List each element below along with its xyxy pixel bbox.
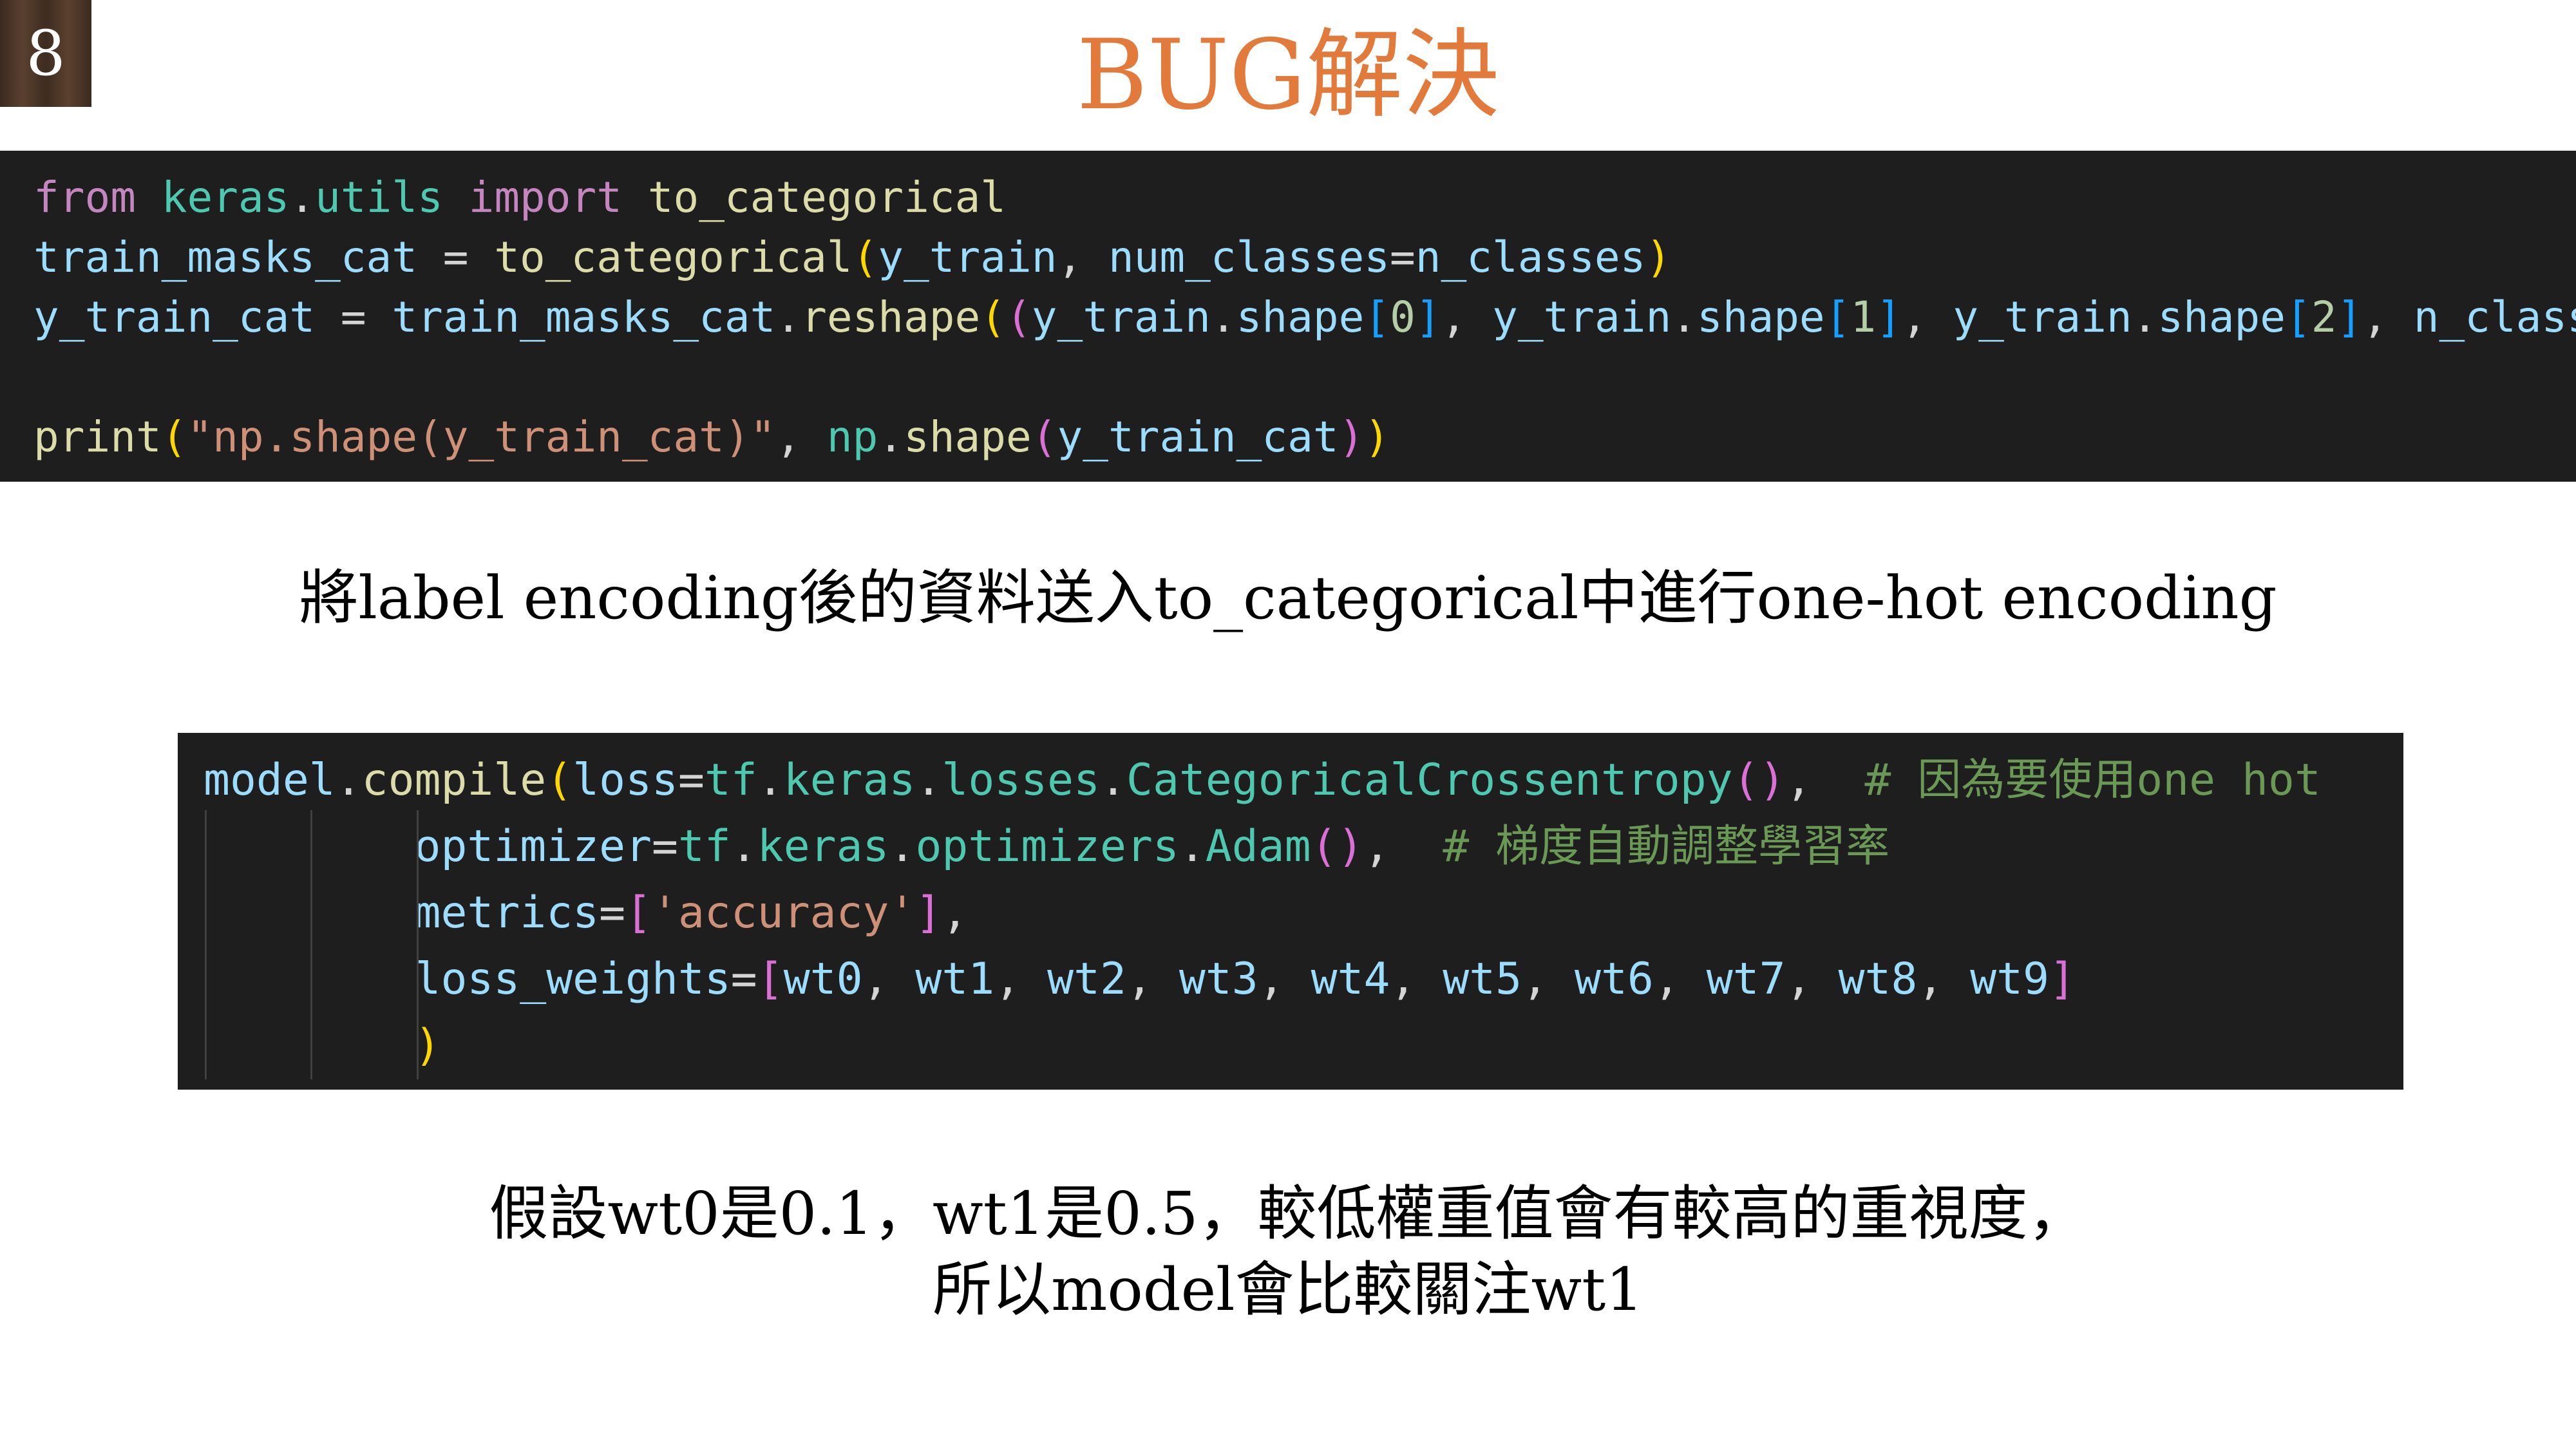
indent-guide <box>205 810 207 1079</box>
indent-guide <box>310 810 312 1079</box>
code-block-model-compile: model.compile(loss=tf.keras.losses.Categ… <box>178 733 2403 1090</box>
code-comment: # 梯度自動調整學習率 <box>1443 821 1890 872</box>
code-block-to-categorical: from keras.utils import to_categorical t… <box>0 151 2576 482</box>
code-comment: # 因為要使用one hot <box>1864 755 2321 806</box>
indent-guide <box>417 810 419 1079</box>
caption-line-1: 假設wt0是0.1，wt1是0.5，較低權重值會有較高的重視度， <box>489 1179 2087 1248</box>
slide-title: BUG解決 <box>1076 19 1500 131</box>
caption-loss-weights: 假設wt0是0.1，wt1是0.5，較低權重值會有較高的重視度， 所以model… <box>0 1176 2576 1328</box>
caption-one-hot-encoding: 將label encoding後的資料送入to_categorical中進行on… <box>299 564 2277 632</box>
caption-line-2: 所以model會比較關注wt1 <box>933 1255 1643 1324</box>
